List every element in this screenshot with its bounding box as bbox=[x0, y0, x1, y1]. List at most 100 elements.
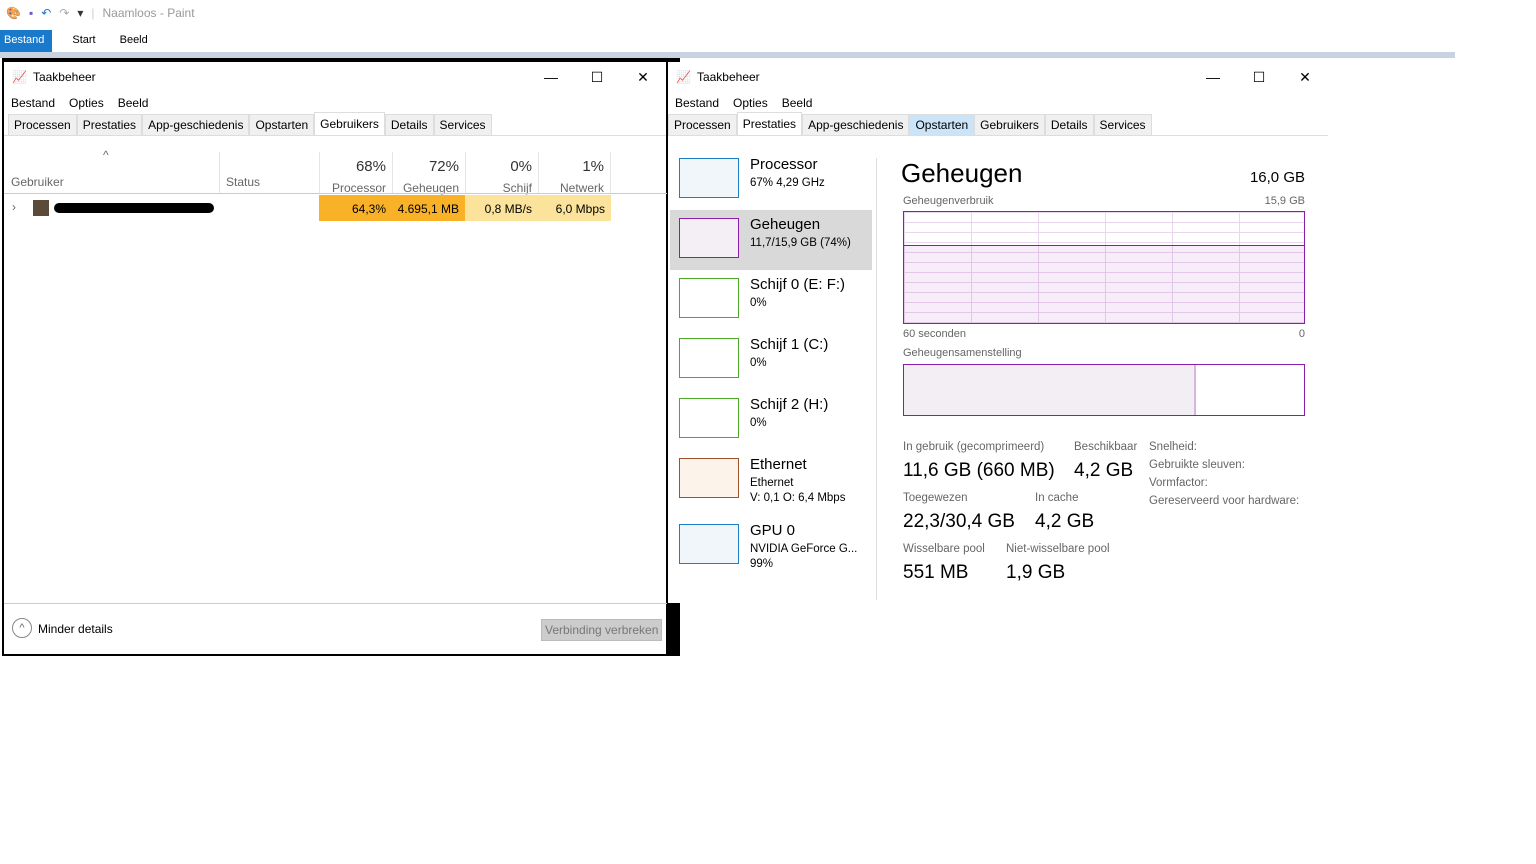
maximize-button[interactable]: ☐ bbox=[1236, 69, 1282, 86]
sort-ascending-icon: ^ bbox=[103, 148, 109, 162]
stat-label: Niet-wisselbare pool bbox=[1006, 543, 1110, 555]
sidebar-item-schijf-0[interactable]: Schijf 0 (E: F:) 0% bbox=[670, 270, 872, 330]
menu-beeld[interactable]: Beeld bbox=[782, 96, 813, 110]
black-border bbox=[667, 603, 680, 656]
cpu-total: 68% bbox=[355, 158, 386, 175]
tab-processen[interactable]: Processen bbox=[8, 114, 77, 135]
column-schijf[interactable]: 0% Schijf bbox=[465, 152, 538, 195]
sidebar-sub: 11,7/15,9 GB (74%) bbox=[750, 237, 851, 249]
column-processor[interactable]: 68% Processor bbox=[319, 152, 392, 195]
close-button[interactable]: ✕ bbox=[1282, 69, 1328, 86]
sidebar-sub2: 99% bbox=[750, 558, 774, 570]
paint-quick-access: 🎨 ▪ ↶ ↷ ▾ | Naamloos - Paint bbox=[6, 6, 195, 20]
memory-composition-bar bbox=[903, 364, 1305, 416]
sidebar-title: Processor bbox=[750, 156, 818, 173]
tab-services[interactable]: Services bbox=[433, 114, 492, 135]
close-button[interactable]: ✕ bbox=[620, 69, 666, 86]
maximize-button[interactable]: ☐ bbox=[574, 69, 620, 86]
undo-icon[interactable]: ↶ bbox=[41, 6, 51, 20]
stat-form-label: Vormfactor: bbox=[1149, 477, 1208, 489]
sidebar-item-geheugen[interactable]: Geheugen 11,7/15,9 GB (74%) bbox=[670, 210, 872, 270]
paint-menu-bestand[interactable]: Bestand bbox=[0, 30, 53, 52]
total-memory: 16,0 GB bbox=[1249, 169, 1305, 186]
usage-max: 15,9 GB bbox=[1264, 195, 1305, 207]
redacted-username bbox=[54, 203, 214, 213]
menu-beeld[interactable]: Beeld bbox=[118, 96, 149, 110]
sidebar-title: Geheugen bbox=[750, 216, 821, 233]
column-gebruiker[interactable]: Gebruiker bbox=[11, 175, 64, 189]
mini-graph-icon bbox=[679, 524, 739, 564]
disconnect-button[interactable]: Verbinding verbreken bbox=[541, 619, 663, 641]
tab-opstarten[interactable]: Opstarten bbox=[909, 114, 975, 135]
stat-cached: 4,2 GB bbox=[1035, 511, 1095, 532]
sidebar-sub: Ethernet bbox=[750, 477, 794, 489]
stat-slots-label: Gebruikte sleuven: bbox=[1149, 459, 1245, 471]
less-details-link[interactable]: Minder details bbox=[38, 622, 113, 636]
stat-label: In gebruik (gecomprimeerd) bbox=[903, 441, 1045, 453]
sidebar-item-schijf-1[interactable]: Schijf 1 (C:) 0% bbox=[670, 330, 872, 390]
paint-title: Naamloos - Paint bbox=[102, 6, 195, 20]
stat-label: Wisselbare pool bbox=[903, 543, 985, 555]
tab-processen[interactable]: Processen bbox=[668, 114, 737, 135]
menu-opties[interactable]: Opties bbox=[733, 96, 768, 110]
tab-details[interactable]: Details bbox=[1044, 114, 1094, 135]
minimize-button[interactable]: — bbox=[528, 69, 574, 86]
tab-gebruikers[interactable]: Gebruikers bbox=[314, 112, 385, 135]
disk-total: 0% bbox=[510, 158, 532, 175]
tab-opstarten[interactable]: Opstarten bbox=[249, 114, 315, 135]
expand-chevron-icon[interactable]: › bbox=[12, 200, 16, 214]
column-status[interactable]: Status bbox=[226, 175, 260, 189]
stat-label: Beschikbaar bbox=[1074, 441, 1138, 453]
mem-total: 72% bbox=[428, 158, 459, 175]
tab-prestaties[interactable]: Prestaties bbox=[76, 114, 143, 135]
task-manager-icon: 📈 bbox=[12, 70, 27, 84]
sidebar-title: GPU 0 bbox=[750, 522, 796, 539]
tab-details[interactable]: Details bbox=[384, 114, 434, 135]
menu-bestand[interactable]: Bestand bbox=[11, 96, 55, 110]
performance-sidebar: Processor 67% 4,29 GHz Geheugen 11,7/15,… bbox=[668, 150, 874, 600]
stat-label: In cache bbox=[1035, 492, 1079, 504]
stat-available: 4,2 GB bbox=[1074, 460, 1134, 481]
save-icon[interactable]: ▪ bbox=[29, 6, 33, 20]
column-geheugen[interactable]: 72% Geheugen bbox=[392, 152, 465, 195]
sidebar-item-gpu[interactable]: GPU 0 NVIDIA GeForce G... 99% bbox=[670, 516, 872, 576]
usage-label: Geheugenverbruik bbox=[903, 195, 994, 207]
tab-services[interactable]: Services bbox=[1093, 114, 1152, 135]
sidebar-item-ethernet[interactable]: Ethernet Ethernet V: 0,1 O: 6,4 Mbps bbox=[670, 450, 872, 510]
column-netwerk[interactable]: 1% Netwerk bbox=[538, 152, 611, 195]
tab-prestaties[interactable]: Prestaties bbox=[736, 112, 803, 135]
paint-menu-beeld[interactable]: Beeld bbox=[116, 30, 168, 52]
sidebar-item-processor[interactable]: Processor 67% 4,29 GHz bbox=[670, 150, 872, 210]
sidebar-sub: 67% 4,29 GHz bbox=[750, 177, 825, 189]
time-axis-right: 0 bbox=[1298, 328, 1305, 340]
sidebar-subtitle: Ethernet V: 0,1 O: 6,4 Mbps bbox=[750, 476, 845, 506]
minimize-button[interactable]: — bbox=[1190, 69, 1236, 86]
paint-menu-start[interactable]: Start bbox=[62, 30, 115, 52]
tab-app-geschiedenis[interactable]: App-geschiedenis bbox=[142, 114, 250, 135]
paint-app-icon: 🎨 bbox=[6, 6, 21, 20]
menu-bestand[interactable]: Bestand bbox=[675, 96, 719, 110]
mini-graph-icon bbox=[679, 338, 739, 378]
customize-chevron-icon[interactable]: ▾ bbox=[77, 6, 83, 20]
row-disk: 0,8 MB/s bbox=[465, 195, 538, 221]
sidebar-sub2: V: 0,1 O: 6,4 Mbps bbox=[750, 492, 846, 504]
sidebar-subtitle: 0% bbox=[750, 296, 767, 311]
collapse-up-icon[interactable]: ^ bbox=[12, 618, 32, 638]
sidebar-item-schijf-2[interactable]: Schijf 2 (H:) 0% bbox=[670, 390, 872, 450]
page-title: Geheugen bbox=[901, 158, 1023, 188]
redo-icon[interactable]: ↷ bbox=[59, 6, 69, 20]
task-manager-icon: 📈 bbox=[676, 70, 691, 84]
memory-usage-fill bbox=[904, 244, 1304, 323]
user-avatar bbox=[33, 200, 49, 216]
stat-in-use: 11,6 GB (660 MB) bbox=[903, 460, 1055, 481]
tab-gebruikers[interactable]: Gebruikers bbox=[974, 114, 1045, 135]
stat-reserved-label: Gereserveerd voor hardware: bbox=[1149, 495, 1300, 507]
stat-label: Toegewezen bbox=[903, 492, 968, 504]
tab-app-geschiedenis[interactable]: App-geschiedenis bbox=[802, 114, 910, 135]
sidebar-divider bbox=[876, 158, 877, 600]
menu-opties[interactable]: Opties bbox=[69, 96, 104, 110]
net-total: 1% bbox=[582, 158, 604, 175]
row-cpu: 64,3% bbox=[319, 195, 392, 221]
sidebar-title: Schijf 1 (C:) bbox=[750, 336, 829, 353]
stat-committed: 22,3/30,4 GB bbox=[903, 511, 1015, 532]
